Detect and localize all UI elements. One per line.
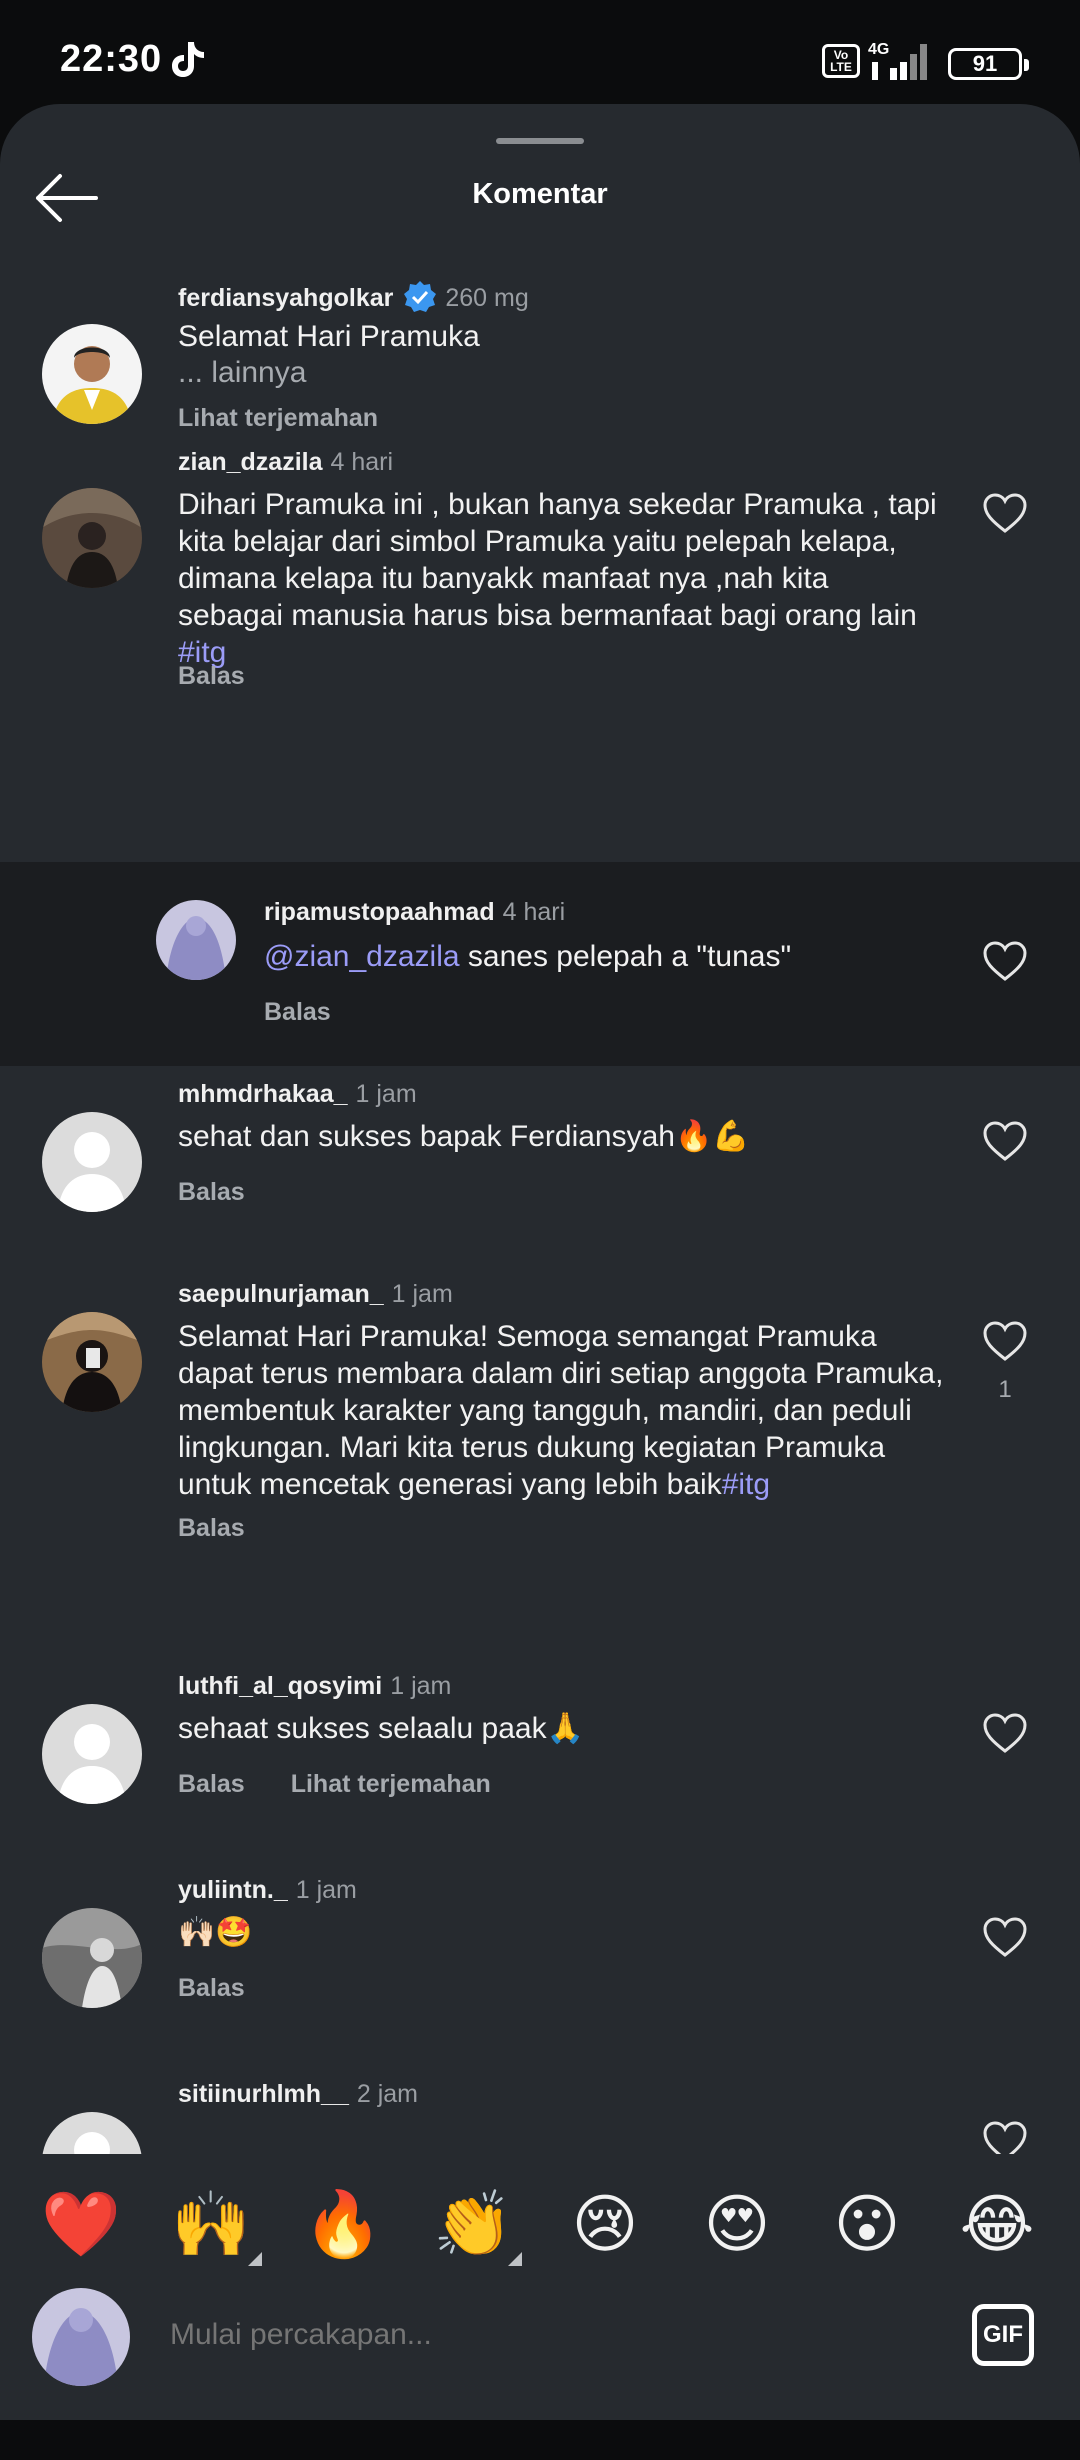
timestamp: 4 hari [502,898,566,926]
comment-text: sehat dan sukses bapak Ferdiansyah🔥💪 [178,1120,750,1153]
comments-sheet: Komentar ferdiansyahgolkar 260 mg Selamat… [0,104,1080,2420]
timestamp: 1 jam [390,1672,452,1700]
timestamp: 1 jam [355,1080,417,1108]
network-type: 4G [868,41,889,58]
username[interactable]: mhmdrhakaa_ [178,1080,348,1108]
avatar[interactable] [42,488,142,588]
username[interactable]: saepulnurjaman_ [178,1280,384,1308]
status-bar: 22:30 Vo LTE 4G 91 [0,0,1080,110]
comment-text: Dihari Pramuka ini , bukan hanya sekedar… [178,488,946,669]
emoji-button-crying[interactable]: 😢 [560,2180,650,2270]
translate-link[interactable]: Lihat terjemahan [291,1770,491,1798]
mention-link[interactable]: @zian_dzazila [264,940,460,973]
like-count: 1 [998,1376,1012,1403]
signal-icon: 4G [868,41,927,80]
emoji-button-raising-hands[interactable]: 🙌 [166,2180,256,2270]
heart-icon[interactable] [982,1916,1028,1958]
avatar[interactable] [42,1312,142,1412]
emoji-button-fire[interactable]: 🔥 [298,2180,388,2270]
username[interactable]: sitiinurhlmh__ [178,2080,349,2108]
reply-item: ripamustopaahmad 4 hari @zian_dzazila san… [0,862,1080,1066]
heart-icon[interactable] [982,492,1028,534]
username[interactable]: zian_dzazila [178,448,323,476]
heart-icon[interactable] [982,1320,1028,1362]
reply-button[interactable]: Balas [178,1974,245,2002]
page-title: Komentar [472,178,608,210]
heart-icon[interactable] [982,1712,1028,1754]
emoji-button-surprised[interactable]: 😮 [822,2180,912,2270]
timestamp: 1 jam [295,1876,357,1904]
heart-icon[interactable] [982,1120,1028,1162]
timestamp: 1 jam [391,1280,453,1308]
tiktok-icon [172,42,204,77]
comment-item: yuliintn._ 1 jam 🙌🏻🤩 Balas [0,1862,1080,2062]
navigation-bar [0,2420,1080,2460]
battery-level: 91 [972,51,998,76]
volte-icon: Vo LTE [822,44,860,78]
emoji-button-heart-eyes[interactable]: 😍 [692,2180,782,2270]
timestamp: 4 hari [330,448,394,476]
reply-button[interactable]: Balas [178,662,245,690]
comment-item: luthfi_al_qosyimi 1 jam sehaat sukses sel… [0,1658,1080,1858]
comment-text: Selamat Hari Pramuka! Semoga semangat Pr… [178,1320,952,1501]
avatar[interactable] [42,324,142,424]
avatar[interactable] [42,1704,142,1804]
reply-button[interactable]: Balas [178,1178,245,1206]
hashtag-link[interactable]: #itg [722,1468,770,1501]
comment-item: saepulnurjaman_ 1 jam Selamat Hari Pramuk… [0,1270,1080,1580]
heart-icon[interactable] [982,940,1028,982]
username[interactable]: ripamustopaahmad [264,898,495,926]
reply-button[interactable]: Balas [178,1514,245,1542]
avatar[interactable] [42,1908,142,2008]
more-link[interactable]: ... lainnya [178,354,938,391]
translate-link[interactable]: Lihat terjemahan [178,404,378,432]
gif-button[interactable]: GIF [972,2304,1034,2366]
emoji-button-laughing[interactable]: 😂 [952,2180,1042,2270]
timestamp: 260 mg [445,284,529,312]
skin-tone-indicator-icon [248,2252,262,2266]
reply-button[interactable]: Balas [178,1770,245,1798]
caption-text: Selamat Hari Pramuka [178,320,480,353]
drag-handle[interactable] [496,138,584,144]
comment-text: sehaat sukses selaalu paak🙏 [178,1712,584,1745]
comment-text: @zian_dzazila sanes pelepah a "tunas" [264,940,792,973]
battery-icon: 91 [948,48,1029,80]
status-time: 22:30 [60,38,163,80]
emoji-button-heart[interactable]: ❤️ [36,2180,126,2270]
comment-input[interactable] [170,2318,870,2352]
skin-tone-indicator-icon [508,2252,522,2266]
comment-item: mhmdrhakaa_ 1 jam sehat dan sukses bapak … [0,1066,1080,1266]
reply-button[interactable]: Balas [264,998,331,1026]
avatar[interactable] [156,900,236,980]
username[interactable]: yuliintn._ [178,1876,288,1904]
timestamp: 2 jam [356,2080,419,2108]
username[interactable]: luthfi_al_qosyimi [178,1672,382,1700]
comment-text: 🙌🏻🤩 [178,1916,253,1949]
comments-list[interactable]: ferdiansyahgolkar 260 mg Selamat Hari Pra… [0,254,1080,2174]
username[interactable]: ferdiansyahgolkar [178,284,393,312]
verified-badge-icon [404,281,437,312]
comment-item: zian_dzazila 4 hari Dihari Pramuka ini , … [0,434,1080,714]
emoji-reaction-bar: ❤️ 🙌 🔥 👏 😢 😍 😮 😂 [0,2180,1080,2290]
avatar [32,2288,130,2386]
avatar[interactable] [42,1112,142,1212]
emoji-button-clap[interactable]: 👏 [428,2180,518,2270]
composer-area: ❤️ 🙌 🔥 👏 😢 😍 😮 😂 GIF [0,2154,1080,2420]
